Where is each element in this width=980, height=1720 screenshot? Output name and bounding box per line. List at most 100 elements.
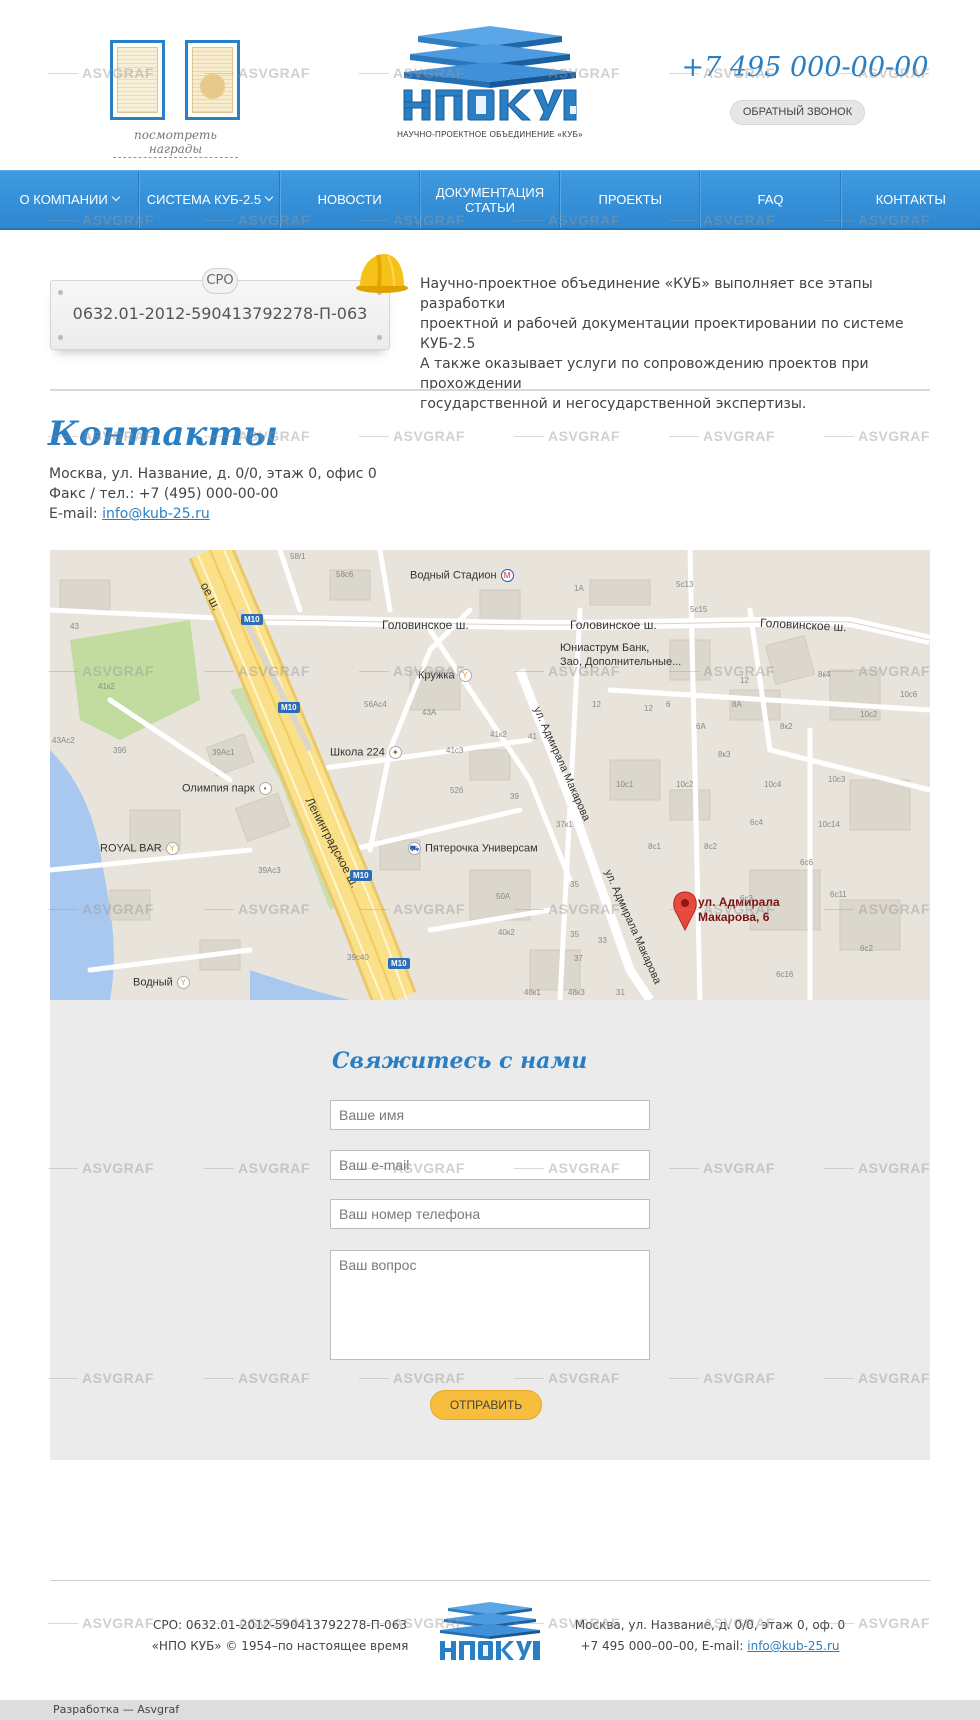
callback-button[interactable]: ОБРАТНЫЙ ЗВОНОК xyxy=(730,100,865,125)
house-number: 10с2 xyxy=(676,780,694,789)
house-number: 1А xyxy=(574,584,584,593)
house-number: 58с6 xyxy=(336,570,354,579)
house-number: 37к1 xyxy=(556,820,573,829)
house-number: 41к2 xyxy=(490,730,507,739)
house-number: 6с2 xyxy=(860,944,873,953)
house-number: 5с15 xyxy=(690,605,708,614)
nav-item-about[interactable]: О КОМПАНИИ xyxy=(0,171,140,228)
contact-email-link[interactable]: info@kub-25.ru xyxy=(102,506,210,522)
header-phone[interactable]: +7 495 000-00-00 xyxy=(670,52,940,83)
map-label-park: Олимпия парк • xyxy=(182,782,272,795)
nav-item-contacts[interactable]: КОНТАКТЫ xyxy=(840,171,980,228)
developer-credit[interactable]: Разработка — Asvgraf xyxy=(53,1703,179,1716)
watermark-text: ASVGRAF xyxy=(514,428,620,444)
npo-kub-logo[interactable] xyxy=(400,26,580,126)
nav-item-label: FAQ xyxy=(757,192,784,207)
house-number: 8к3 xyxy=(718,750,731,759)
sro-number: 0632.01-2012-590413792278-П-063 xyxy=(72,304,368,323)
house-number: 37 xyxy=(574,954,583,963)
map-label-cafe: Кружка Y xyxy=(418,669,472,682)
house-number: 39б xyxy=(113,746,127,755)
footer-copyright: «НПО КУБ» © 1954–по настоящее время xyxy=(151,1639,409,1653)
park-icon: • xyxy=(258,782,272,795)
company-intro: Научно-проектное объединение «КУБ» выпол… xyxy=(420,274,940,414)
route-badge: M10 xyxy=(350,870,372,881)
footer-email-link[interactable]: info@kub-25.ru xyxy=(747,1639,839,1653)
watermark-text: ASVGRAF xyxy=(669,428,775,444)
nav-item-label: ПРОЕКТЫ xyxy=(598,192,663,207)
nav-item-news[interactable]: НОВОСТИ xyxy=(279,171,420,228)
name-input[interactable] xyxy=(330,1100,650,1130)
house-number: 6с11 xyxy=(830,890,847,899)
nav-item-docs[interactable]: ДОКУМЕНТАЦИЯ СТАТЬИ xyxy=(419,171,561,228)
house-number: 58/1 xyxy=(290,552,306,561)
hard-hat-icon xyxy=(356,254,408,293)
bolt-icon xyxy=(58,335,63,340)
map-label-water: Водный Y xyxy=(133,976,190,989)
house-number: 48к3 xyxy=(568,988,585,997)
map-pin-address: ул. Адмирала Макарова, 6 xyxy=(698,895,780,924)
chevron-down-icon xyxy=(264,192,274,201)
route-badge: M10 xyxy=(241,614,263,625)
house-number: 35 xyxy=(570,880,579,889)
submit-button[interactable]: ОТПРАВИТЬ xyxy=(430,1390,542,1420)
house-number: 10с4 xyxy=(764,780,782,789)
shopping-cart-icon: ⛟ xyxy=(408,842,421,855)
house-number: 6с4 xyxy=(750,818,763,827)
house-number: 6с6 xyxy=(800,858,813,867)
route-badge: M10 xyxy=(388,958,410,969)
map-label-street: Головинское ш. xyxy=(570,618,657,632)
contact-email-label: E-mail: xyxy=(49,506,103,522)
nav-item-system[interactable]: СИСТЕМА КУБ-2.5 xyxy=(139,171,280,228)
house-number: 39с40 xyxy=(347,953,369,962)
house-number: 43А xyxy=(422,708,437,717)
watermark-text: ASVGRAF xyxy=(824,428,930,444)
house-number: 10с2 xyxy=(860,710,878,719)
house-number: 8А xyxy=(732,700,742,709)
house-number: 5с13 xyxy=(676,580,694,589)
question-textarea[interactable] xyxy=(330,1250,650,1360)
house-number: 41 xyxy=(528,732,537,741)
nav-item-faq[interactable]: FAQ xyxy=(700,171,841,228)
house-number: 43Ас2 xyxy=(52,736,75,745)
house-number: 6с16 xyxy=(776,970,794,979)
nav-item-projects[interactable]: ПРОЕКТЫ xyxy=(560,171,701,228)
email-input[interactable] xyxy=(330,1150,650,1180)
map-label-bar: ROYAL BAR Y xyxy=(100,842,179,855)
phone-input[interactable] xyxy=(330,1199,650,1229)
view-awards-link[interactable]: посмотреть награды xyxy=(113,128,238,158)
restaurant-icon: Y xyxy=(458,669,472,682)
house-number: 35 xyxy=(570,930,579,939)
house-number: 6с3 xyxy=(740,894,753,903)
award-certificate-1[interactable] xyxy=(110,40,165,120)
restaurant-icon: Y xyxy=(165,842,179,855)
footer-company-info: СРО: 0632.01-2012-590413792278-П-063 «НП… xyxy=(150,1615,410,1657)
sro-label: СРО xyxy=(202,268,238,294)
footer-phone-email: +7 495 000–00–00, E-mail: info@kub-25.ru xyxy=(580,1639,840,1653)
nav-item-label: КОНТАКТЫ xyxy=(875,192,946,207)
footer-sro: СРО: 0632.01-2012-590413792278-П-063 xyxy=(153,1618,407,1632)
watermark-text: ASVGRAF xyxy=(824,1615,930,1631)
map-label-bank: Зао, Дополнительные... xyxy=(560,656,682,668)
school-icon: ✦ xyxy=(388,746,402,759)
nav-item-label: СИСТЕМА КУБ-2.5 xyxy=(146,192,262,207)
footer-contacts: Москва, ул. Название, д. 0/0, этаж 0, оф… xyxy=(560,1615,860,1657)
intro-line: проектной и рабочей документации проекти… xyxy=(420,316,904,352)
developer-bar: Разработка — Asvgraf xyxy=(0,1700,980,1720)
house-number: 12 xyxy=(644,704,653,713)
header: посмотреть награды НАУЧНО-ПРОЕКТНОЕ ОБЪЕ… xyxy=(0,0,980,170)
nav-item-label: О КОМПАНИИ xyxy=(19,192,108,207)
intro-line: А также оказывает услуги по сопровождени… xyxy=(420,356,869,392)
restaurant-icon: Y xyxy=(176,976,190,989)
award-certificate-2[interactable] xyxy=(185,40,240,120)
contact-form-title: Свяжитесь с нами xyxy=(332,1048,588,1074)
metro-icon: M xyxy=(500,569,514,582)
section-divider xyxy=(50,389,930,391)
bolt-icon xyxy=(377,335,382,340)
footer-divider xyxy=(50,1580,930,1581)
location-map[interactable]: Водный Стадион M Головинское ш. Головинск… xyxy=(50,550,930,1000)
house-number: 39Ас1 xyxy=(212,748,235,757)
map-label-street: Головинское ш. xyxy=(382,618,469,632)
contact-address: Москва, ул. Название, д. 0/0, этаж 0, оф… xyxy=(49,466,377,482)
footer-logo[interactable] xyxy=(438,1602,542,1662)
